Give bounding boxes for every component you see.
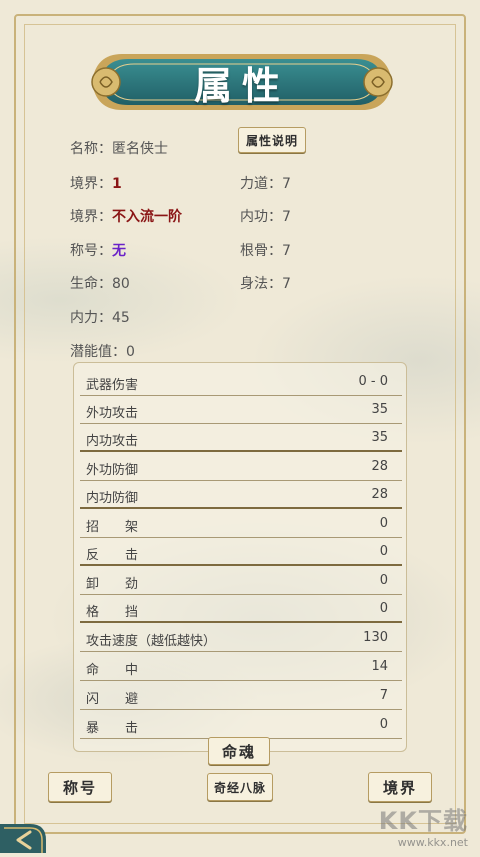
row-value: 0	[379, 516, 388, 531]
row-value: 7	[379, 688, 388, 703]
row-value: 0	[379, 573, 388, 588]
back-button[interactable]	[0, 806, 64, 853]
stat-label: 根骨：	[240, 243, 282, 259]
table-row: 武器伤害 0 - 0	[80, 368, 402, 396]
row-label: 攻击速度（越低越快）	[86, 634, 217, 649]
soul-button[interactable]: 命魂	[208, 737, 270, 765]
row-label: 闪 避	[86, 692, 139, 707]
row-label: 卸 劲	[86, 577, 139, 592]
row-value: 28	[371, 487, 388, 502]
stat-label: 身法：	[240, 276, 282, 292]
stat-value: 无	[112, 243, 126, 259]
stat-label: 力道：	[240, 176, 282, 192]
stat-label: 内功：	[240, 209, 282, 225]
row-label: 内功防御	[86, 491, 139, 506]
row-label: 武器伤害	[86, 378, 139, 393]
row-label: 招 架	[86, 520, 139, 535]
row-value: 35	[371, 430, 388, 445]
table-row: 闪 避 7	[80, 682, 402, 710]
stat-strength: 力道：7	[240, 173, 291, 193]
table-row: 招 架 0	[80, 510, 402, 538]
row-value: 0	[379, 544, 388, 559]
back-arrow-icon	[0, 824, 46, 853]
row-value: 0	[379, 717, 388, 732]
stat-label: 名称：	[70, 141, 112, 157]
stat-value: 80	[112, 276, 130, 292]
stat-hp: 生命：80	[70, 273, 130, 293]
meridians-button[interactable]: 奇经八脉	[207, 773, 273, 801]
watermark-url: www.kkx.net	[397, 836, 468, 849]
stat-agility: 身法：7	[240, 273, 291, 293]
stat-label: 称号：	[70, 243, 112, 259]
realm-button[interactable]: 境界	[368, 772, 432, 802]
stat-inner-power: 内功：7	[240, 206, 291, 226]
row-label: 命 中	[86, 663, 139, 678]
stat-title: 称号：无	[70, 240, 126, 260]
table-row: 攻击速度（越低越快） 130	[80, 624, 402, 652]
table-row: 内功防御 28	[80, 481, 402, 509]
watermark-brand: KK下载	[378, 807, 468, 835]
stat-value: 7	[282, 176, 291, 192]
table-row: 外功攻击 35	[80, 396, 402, 424]
table-row: 反 击 0	[80, 538, 402, 566]
row-value: 130	[363, 630, 388, 645]
stat-realm-name: 境界：不入流一阶	[70, 206, 182, 226]
table-row: 卸 劲 0	[80, 567, 402, 595]
row-label: 外功防御	[86, 463, 139, 478]
stat-constitution: 根骨：7	[240, 240, 291, 260]
stat-label: 潜能值：	[70, 344, 126, 360]
row-value: 0	[379, 601, 388, 616]
stat-value: 不入流一阶	[112, 209, 182, 225]
title-banner: 属性	[88, 44, 396, 120]
table-row: 格 挡 0	[80, 595, 402, 623]
stat-label: 内力：	[70, 310, 112, 326]
stat-mp: 内力：45	[70, 307, 130, 327]
row-value: 14	[371, 659, 388, 674]
stat-potential: 潜能值：0	[70, 341, 135, 361]
row-label: 内功攻击	[86, 434, 139, 449]
page-title: 属性	[193, 62, 290, 108]
table-row: 外功防御 28	[80, 453, 402, 481]
stat-value: 45	[112, 310, 130, 326]
title-button[interactable]: 称号	[48, 772, 112, 802]
row-label: 格 挡	[86, 605, 139, 620]
stat-label: 境界：	[70, 209, 112, 225]
stat-value: 匿名侠士	[112, 141, 168, 157]
row-label: 反 击	[86, 548, 139, 563]
table-row: 暴 击 0	[80, 711, 402, 739]
stat-label: 生命：	[70, 276, 112, 292]
stat-value: 7	[282, 243, 291, 259]
stat-value: 0	[126, 344, 135, 360]
stat-realm-level: 境界：1	[70, 173, 122, 193]
row-value: 0 - 0	[358, 374, 389, 389]
attribute-info-button[interactable]: 属性说明	[238, 127, 306, 153]
stat-value: 1	[112, 176, 122, 192]
stat-value: 7	[282, 276, 291, 292]
row-label: 外功攻击	[86, 406, 139, 421]
watermark: KK下载 www.kkx.net	[379, 801, 468, 849]
table-row: 命 中 14	[80, 653, 402, 681]
stat-name: 名称：匿名侠士	[70, 138, 168, 158]
stat-label: 境界：	[70, 176, 112, 192]
row-value: 28	[371, 459, 388, 474]
row-label: 暴 击	[86, 721, 139, 736]
row-value: 35	[371, 402, 388, 417]
stat-value: 7	[282, 209, 291, 225]
table-row: 内功攻击 35	[80, 424, 402, 452]
